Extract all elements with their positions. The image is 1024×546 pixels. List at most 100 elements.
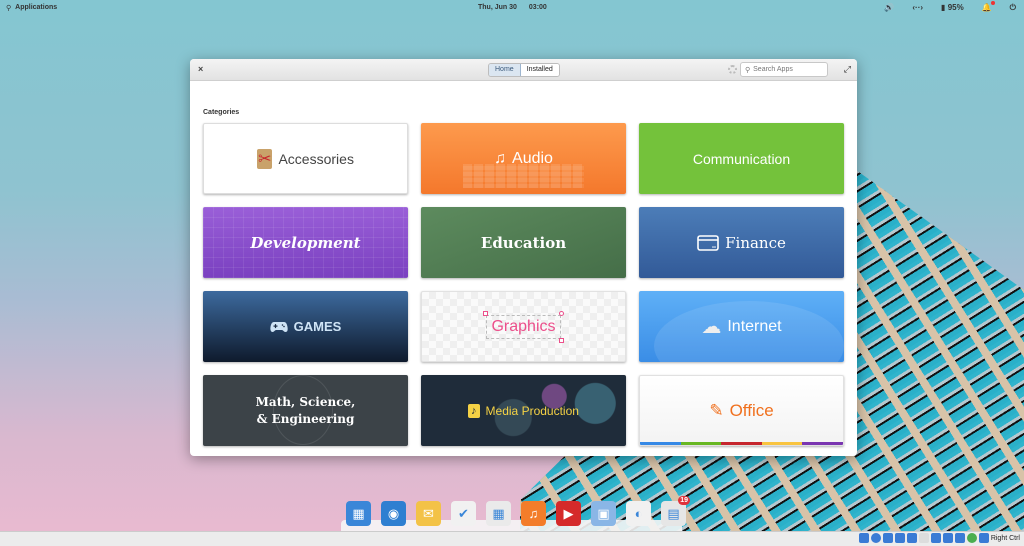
search-placeholder: Search Apps	[753, 66, 793, 73]
music-file-icon: ♪	[468, 403, 480, 418]
tasks-icon: ✔	[458, 505, 469, 521]
dock-item-system-settings[interactable]: ◐	[626, 501, 651, 526]
tab-home[interactable]: Home	[489, 64, 521, 76]
category-label: Accessories	[278, 150, 354, 167]
dock-item-music[interactable]: ♫	[521, 501, 546, 526]
stripe-segment	[721, 442, 762, 445]
video-capture-icon[interactable]	[942, 533, 953, 543]
resize-handle	[483, 310, 489, 316]
maximize-button[interactable]: ⤢	[844, 64, 851, 75]
applications-label: Applications	[15, 4, 58, 11]
category-label: Education	[480, 233, 567, 252]
category-development[interactable]: Development	[203, 207, 408, 278]
shared-folders-icon[interactable]	[918, 533, 929, 543]
appcenter-icon: ▤	[667, 505, 680, 521]
network-adapter-icon[interactable]	[894, 533, 905, 543]
category-accessories[interactable]: ✂ Accessories	[203, 123, 408, 194]
multitasking-view-icon: ▦	[352, 505, 365, 521]
notification-badge: 19	[678, 496, 690, 505]
videos-icon: ▶	[563, 505, 574, 521]
notifications-icon[interactable]: 🔔	[982, 1, 995, 12]
category-label-line1: Math, Science,	[255, 394, 356, 409]
section-title: Categories	[203, 109, 240, 116]
top-panel: ⚲ Applications Thu, Jun 30 03:00 🔊 ‹··› …	[0, 0, 1024, 15]
mail-icon: ✉	[423, 505, 434, 521]
photos-icon: ▣	[597, 505, 610, 521]
category-audio[interactable]: ♫ Audio	[421, 123, 626, 194]
category-label: Development	[250, 233, 361, 252]
applications-menu[interactable]: ⚲ Applications	[6, 4, 57, 12]
calendar-icon: ▦	[492, 505, 505, 521]
credit-card-icon	[697, 234, 719, 251]
dock-item-multitasking-view[interactable]: ▦	[346, 501, 371, 526]
battery-indicator[interactable]: ▮ 95%	[941, 3, 964, 12]
battery-icon: ▮	[941, 3, 946, 12]
scissors-icon: ✂	[257, 148, 273, 169]
category-math-science-engineering[interactable]: Math, Science, & Engineering	[203, 375, 408, 446]
category-label: Media Production	[485, 403, 579, 418]
category-education[interactable]: Education	[421, 207, 626, 278]
pencil-icon: ✎	[709, 400, 724, 420]
tab-installed[interactable]: Installed	[520, 64, 559, 76]
category-label: GAMES	[293, 319, 342, 334]
display-icon[interactable]	[930, 533, 941, 543]
dock-item-videos[interactable]: ▶	[556, 501, 581, 526]
category-label: Internet	[727, 317, 782, 335]
search-input[interactable]: ⚲ Search Apps	[740, 62, 828, 77]
category-communication[interactable]: Communication	[639, 123, 844, 194]
keyboard-capture-icon[interactable]	[978, 533, 989, 543]
category-label: Audio	[512, 149, 553, 167]
dock-item-mail[interactable]: ✉	[416, 501, 441, 526]
cpu-icon[interactable]	[954, 533, 965, 543]
dock-item-appcenter[interactable]: ▤ 19	[661, 496, 690, 526]
usb-icon[interactable]	[906, 533, 917, 543]
volume-icon[interactable]: 🔊	[884, 3, 894, 12]
headerbar: × Home Installed ⚲ Search Apps ⤢	[190, 59, 857, 81]
virtualbox-status-bar: Right Ctrl	[0, 531, 1024, 546]
battery-percent: 95%	[947, 3, 964, 12]
category-office[interactable]: ✎ Office	[639, 375, 844, 446]
view-switcher: Home Installed	[488, 63, 560, 77]
cloud-icon: ☁	[701, 316, 722, 338]
color-stripe	[640, 442, 843, 445]
category-label: Office	[729, 400, 774, 420]
category-media-production[interactable]: ♪ Media Production	[421, 375, 626, 446]
category-label: Communication	[692, 150, 791, 167]
audio-icon[interactable]	[882, 533, 893, 543]
loading-spinner-icon	[728, 65, 737, 74]
resize-handle	[558, 337, 564, 343]
system-settings-icon: ◐	[634, 506, 643, 521]
storage-icon[interactable]	[858, 533, 869, 543]
optical-drive-icon[interactable]	[870, 533, 881, 543]
resize-handle	[558, 310, 564, 316]
stripe-segment	[640, 442, 681, 445]
category-label: Graphics	[491, 317, 556, 335]
category-label: Math, Science, & Engineering	[256, 394, 356, 428]
dock-item-calendar[interactable]: ▦	[486, 501, 511, 526]
search-icon: ⚲	[6, 4, 12, 12]
stripe-segment	[761, 442, 803, 445]
category-label: Finance	[725, 233, 786, 252]
selection-box: Graphics	[483, 310, 564, 343]
stripe-segment	[802, 442, 843, 445]
dock-item-tasks[interactable]: ✔	[451, 501, 476, 526]
music-note-icon: ♫	[494, 149, 507, 167]
dock-item-web-browser[interactable]: ◉	[381, 501, 406, 526]
web-browser-icon: ◉	[387, 505, 400, 521]
category-internet[interactable]: ☁ Internet	[639, 291, 844, 362]
date-label: Thu, Jun 30	[478, 4, 517, 11]
category-graphics[interactable]: Graphics	[421, 291, 626, 362]
category-label-line2: & Engineering	[256, 411, 355, 426]
stripe-segment	[680, 442, 722, 445]
close-button[interactable]: ×	[198, 64, 203, 74]
category-finance[interactable]: Finance	[639, 207, 844, 278]
category-games[interactable]: GAMES	[203, 291, 408, 362]
music-icon: ♫	[528, 506, 539, 521]
power-icon[interactable]: ⏻	[1010, 3, 1016, 13]
gamepad-icon	[270, 321, 288, 333]
mouse-integration-icon[interactable]	[966, 533, 977, 543]
dock: ▦ ◉ ✉ ✔ ▦ ♫ ▶ ▣ ◐ ▤ 19	[346, 496, 690, 526]
dock-item-photos[interactable]: ▣	[591, 501, 616, 526]
network-icon[interactable]: ‹··›	[912, 3, 923, 12]
date-time-indicator[interactable]: Thu, Jun 30 03:00	[478, 4, 547, 11]
